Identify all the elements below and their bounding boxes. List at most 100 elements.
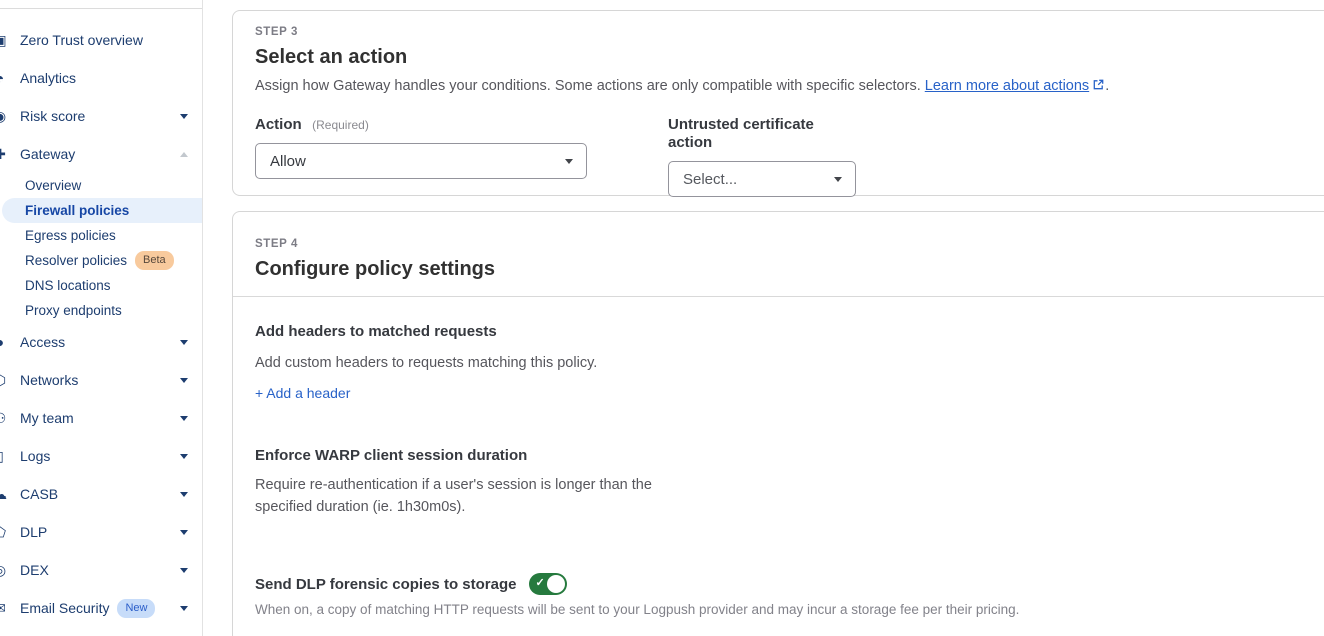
new-badge: New [117, 599, 155, 618]
sidebar-item-label: Analytics [20, 70, 76, 86]
warp-session-title: Enforce WARP client session duration [255, 447, 1309, 464]
chevron-down-icon [180, 340, 188, 345]
learn-more-about-actions-link[interactable]: Learn more about actions [925, 78, 1089, 94]
add-a-header-link[interactable]: + Add a header [255, 385, 350, 401]
sidebar-item-gateway[interactable]: ✚ Gateway [0, 135, 202, 173]
sidebar-item-dns-locations[interactable]: DNS locations [0, 273, 202, 298]
chevron-down-icon [180, 114, 188, 119]
sidebar-item-label: DNS locations [25, 278, 111, 293]
step3-card: STEP 3 Select an action Assign how Gatew… [232, 10, 1324, 196]
gateway-subnav: Overview Firewall policies Egress polici… [0, 173, 202, 323]
email-security-icon: ✉ [0, 600, 8, 617]
sidebar-item-label: Egress policies [25, 228, 116, 243]
step3-step-label: STEP 3 [255, 26, 1309, 38]
sidebar-item-egress-policies[interactable]: Egress policies [0, 223, 202, 248]
sidebar-item-label: Firewall policies [25, 203, 129, 218]
sidebar-item-label: Risk score [20, 108, 85, 124]
access-icon: ◑ [0, 334, 8, 350]
sidebar-item-label: Logs [20, 448, 50, 464]
chevron-down-icon [180, 378, 188, 383]
chevron-up-icon [180, 152, 188, 157]
sidebar-item-label: Overview [25, 178, 81, 193]
sidebar-item-zero-trust-overview[interactable]: ▣ Zero Trust overview [0, 21, 202, 59]
step3-title: Select an action [255, 46, 1309, 69]
sidebar-item-label: Access [20, 334, 65, 350]
sidebar-item-label: Zero Trust overview [20, 32, 143, 48]
sidebar-item-resolver-policies[interactable]: Resolver policies Beta [0, 248, 202, 273]
warp-session-description: Require re-authentication if a user's se… [255, 474, 670, 518]
untrusted-certificate-action-field: Untrusted certificate action Select... [668, 116, 856, 197]
step4-card: STEP 4 Configure policy settings Add hea… [232, 211, 1324, 636]
step3-description-suffix: . [1105, 78, 1109, 94]
zero-trust-overview-icon: ▣ [0, 32, 8, 49]
untrusted-certificate-action-label: Untrusted certificate action [668, 116, 814, 151]
untrusted-certificate-select-value: Select... [683, 171, 737, 188]
chevron-down-icon [180, 416, 188, 421]
sidebar-item-label: Gateway [20, 146, 75, 162]
sidebar-item-analytics[interactable]: ◔ Analytics [0, 59, 202, 97]
chevron-down-icon [180, 530, 188, 535]
chevron-down-icon [565, 159, 573, 164]
external-link-icon [1092, 78, 1105, 95]
sidebar-item-label: Resolver policies [25, 253, 127, 268]
sidebar-item-logs[interactable]: ▯ Logs [0, 437, 202, 475]
action-field: Action (Required) Allow [255, 116, 587, 197]
chevron-down-icon [180, 492, 188, 497]
zero-trust-sidebar: ▣ Zero Trust overview ◔ Analytics ◉ Risk… [0, 0, 203, 636]
step4-header: STEP 4 Configure policy settings [233, 212, 1324, 297]
sidebar-nav: ▣ Zero Trust overview ◔ Analytics ◉ Risk… [0, 9, 202, 627]
action-field-label: Action [255, 116, 302, 133]
step3-fields-row: Action (Required) Allow Untrusted certif… [255, 116, 1309, 197]
sidebar-item-label: My team [20, 410, 74, 426]
sidebar-item-label: DLP [20, 524, 47, 540]
chevron-down-icon [180, 568, 188, 573]
step3-description: Assign how Gateway handles your conditio… [255, 78, 1309, 95]
sidebar-item-my-team[interactable]: ⚇ My team [0, 399, 202, 437]
sidebar-item-firewall-policies[interactable]: Firewall policies [2, 198, 202, 223]
sidebar-item-risk-score[interactable]: ◉ Risk score [0, 97, 202, 135]
sidebar-item-email-security[interactable]: ✉ Email Security New [0, 589, 202, 627]
gateway-icon: ✚ [0, 146, 8, 163]
sidebar-item-proxy-endpoints[interactable]: Proxy endpoints [0, 298, 202, 323]
action-select[interactable]: Allow [255, 143, 587, 179]
chevron-down-icon [180, 606, 188, 611]
risk-score-icon: ◉ [0, 108, 8, 125]
chevron-down-icon [180, 454, 188, 459]
add-headers-description: Add custom headers to requests matching … [255, 355, 1309, 371]
sidebar-item-label: DEX [20, 562, 49, 578]
beta-badge: Beta [135, 251, 174, 270]
dlp-forensic-title: Send DLP forensic copies to storage [255, 576, 516, 593]
sidebar-item-gateway-overview[interactable]: Overview [0, 173, 202, 198]
action-required-hint: (Required) [312, 118, 369, 132]
warp-session-section: Enforce WARP client session duration Req… [255, 447, 1309, 518]
step4-title: Configure policy settings [255, 258, 1309, 281]
step3-description-text: Assign how Gateway handles your conditio… [255, 78, 921, 94]
untrusted-certificate-action-select[interactable]: Select... [668, 161, 856, 197]
sidebar-item-label: Networks [20, 372, 78, 388]
toggle-knob [547, 575, 565, 593]
dlp-forensic-toggle[interactable]: ✓ [529, 573, 567, 595]
networks-icon: ⬡ [0, 372, 8, 389]
sidebar-item-casb[interactable]: ☁ CASB [0, 475, 202, 513]
sidebar-item-dlp[interactable]: ⬠ DLP [0, 513, 202, 551]
my-team-icon: ⚇ [0, 410, 8, 427]
analytics-icon: ◔ [0, 70, 8, 86]
dlp-icon: ⬠ [0, 524, 8, 541]
dlp-forensic-section: Send DLP forensic copies to storage ✓ Wh… [255, 573, 1309, 617]
sidebar-item-label: CASB [20, 486, 58, 502]
casb-icon: ☁ [0, 486, 8, 503]
dlp-forensic-description: When on, a copy of matching HTTP request… [255, 602, 1309, 617]
add-headers-title: Add headers to matched requests [255, 323, 1309, 340]
sidebar-item-dex[interactable]: ◎ DEX [0, 551, 202, 589]
action-select-value: Allow [270, 153, 306, 170]
sidebar-item-label: Email Security [20, 600, 109, 616]
chevron-down-icon [834, 177, 842, 182]
add-headers-section: Add headers to matched requests Add cust… [255, 323, 1309, 403]
dex-icon: ◎ [0, 562, 8, 579]
check-icon: ✓ [535, 576, 544, 589]
logs-icon: ▯ [0, 448, 8, 465]
sidebar-item-access[interactable]: ◑ Access [0, 323, 202, 361]
sidebar-item-label: Proxy endpoints [25, 303, 122, 318]
step4-step-label: STEP 4 [255, 238, 1309, 250]
sidebar-item-networks[interactable]: ⬡ Networks [0, 361, 202, 399]
